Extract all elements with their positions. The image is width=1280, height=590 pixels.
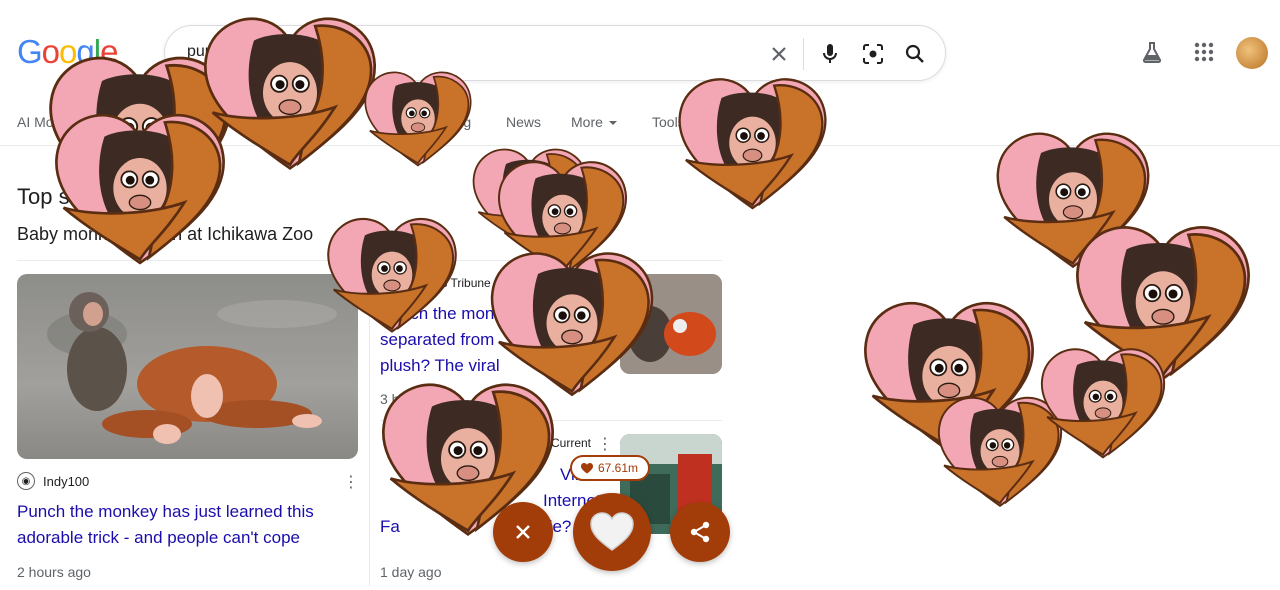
apps-grid-icon[interactable]	[1189, 37, 1219, 67]
article-source: The Express Tribune	[380, 276, 491, 290]
search-input[interactable]: punch the monkey	[164, 25, 946, 81]
column-divider	[369, 276, 370, 586]
heart-monkey-sticker	[860, 298, 1038, 458]
more-options-icon[interactable]: ⋮	[343, 472, 359, 492]
heart-monkey-sticker	[495, 158, 630, 280]
like-count-badge: 67.61m	[570, 455, 651, 481]
share-icon	[690, 521, 710, 543]
close-button[interactable]	[493, 502, 553, 562]
tab-ai-mode[interactable]: AI Mode	[17, 114, 69, 130]
search-results-page: Google punch the monkey AI Mode All Imag…	[0, 0, 1280, 590]
article-time: 2 hours ago	[17, 564, 91, 580]
heart-monkey-sticker	[1072, 205, 1254, 403]
tab-all[interactable]: All	[110, 114, 126, 130]
tab-tools[interactable]: Tools	[652, 114, 699, 130]
caret-down-icon	[690, 121, 699, 126]
top-stories-subtitle: Baby monkey Punch at Ichikawa Zoo	[17, 224, 314, 244]
article-source: ◉ Indy100	[17, 472, 89, 490]
heart-monkey-sticker	[935, 385, 1065, 520]
caret-down-icon	[608, 121, 617, 126]
microphone-icon[interactable]	[816, 40, 844, 68]
article-time: 1 day ago	[380, 564, 442, 580]
labs-flask-icon[interactable]	[1137, 37, 1167, 67]
tab-videos[interactable]: Videos	[240, 114, 283, 130]
like-button[interactable]	[573, 493, 651, 571]
publisher-icon: ◉	[17, 472, 35, 490]
avatar[interactable]	[1236, 37, 1268, 69]
top-stories-title: Top stories	[17, 184, 124, 209]
heart-monkey-sticker	[1038, 345, 1168, 463]
share-button[interactable]	[670, 502, 730, 562]
article-headline[interactable]: Punch the monkey has just learned this a…	[17, 499, 314, 551]
tab-more[interactable]: More	[571, 114, 617, 130]
article-thumbnail[interactable]	[17, 274, 358, 459]
search-icon[interactable]	[901, 40, 929, 68]
heart-monkey-sticker	[470, 145, 590, 255]
article-source: Current	[551, 436, 592, 450]
lens-icon[interactable]	[859, 40, 887, 68]
article-headline-part[interactable]: Fa	[380, 514, 400, 540]
heart-icon	[590, 512, 634, 551]
tab-news[interactable]: News	[506, 114, 541, 130]
article-headline[interactable]: Punch the monkey separated from plush? T…	[380, 301, 521, 379]
heart-icon	[581, 462, 593, 473]
search-query-text[interactable]: punch the monkey	[187, 43, 318, 61]
article-thumbnail[interactable]	[620, 274, 722, 374]
search-divider	[803, 38, 804, 70]
search-tabs: AI Mode All Images Videos Shopping News …	[0, 100, 1280, 146]
heart-monkey-sticker	[993, 127, 1153, 275]
tab-shopping[interactable]: Shopping	[412, 114, 471, 130]
divider	[17, 260, 722, 261]
google-logo[interactable]: Google	[17, 33, 118, 71]
divider	[380, 420, 722, 421]
close-icon	[516, 525, 530, 539]
tab-images[interactable]: Images	[165, 114, 211, 130]
more-options-icon[interactable]: ⋮	[597, 434, 613, 454]
clear-icon[interactable]	[765, 40, 793, 68]
article-time: 3 hours ago	[380, 391, 454, 407]
